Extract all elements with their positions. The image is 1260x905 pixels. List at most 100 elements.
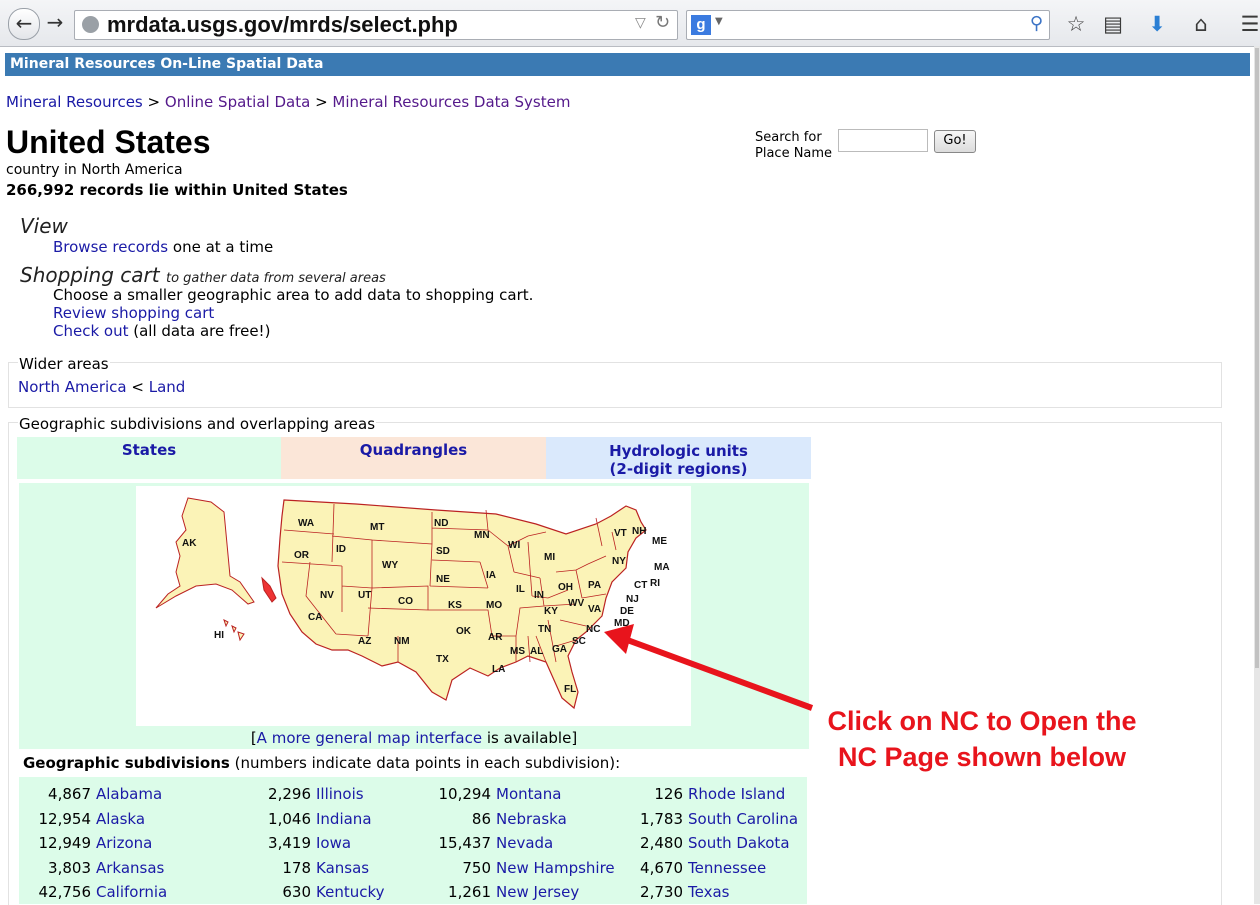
state-link[interactable]: Arizona (96, 834, 152, 852)
state-link[interactable]: California (96, 883, 167, 901)
url-text: mrdata.usgs.gov/mrds/select.php (107, 12, 458, 37)
address-bar[interactable]: mrdata.usgs.gov/mrds/select.php ▽ ↻ (74, 10, 678, 40)
table-row: 630 Kentucky (239, 883, 385, 902)
record-count-cell: 630 (282, 883, 311, 902)
breadcrumb-separator: > (147, 93, 161, 111)
tab-quadrangles[interactable]: Quadrangles (281, 437, 546, 479)
record-count-cell: 2,296 (268, 785, 311, 803)
back-arrow-icon[interactable]: ← (8, 8, 40, 40)
menu-icon[interactable]: ☰ (1236, 10, 1260, 38)
record-count-cell: 3,419 (268, 834, 311, 853)
reload-icon[interactable]: ↻ (655, 12, 670, 33)
svg-text:IA: IA (486, 570, 496, 581)
svg-text:AR: AR (488, 632, 503, 643)
breadcrumb-mineral-resources[interactable]: Mineral Resources (6, 93, 143, 111)
search-label-line1: Search for (755, 130, 822, 145)
google-icon[interactable]: g (691, 15, 711, 35)
state-link[interactable]: Alaska (96, 810, 145, 828)
tab-states[interactable]: States (17, 437, 281, 479)
table-row: 86 Nebraska (423, 810, 567, 828)
bookmark-star-icon[interactable]: ☆ (1062, 10, 1090, 38)
state-link[interactable]: Indiana (316, 810, 372, 828)
breadcrumb-mrds[interactable]: Mineral Resources Data System (332, 93, 570, 111)
state-link[interactable]: Kansas (316, 859, 369, 877)
forward-arrow-icon[interactable]: → (42, 8, 68, 38)
go-button[interactable]: Go! (934, 130, 976, 153)
tab-hydrologic-units[interactable]: Hydrologic units (2-digit regions) (546, 437, 811, 479)
browse-records-link[interactable]: Browse records (53, 238, 168, 256)
record-count: 266,992 records lie within United States (6, 181, 348, 199)
table-row: 1,783 South Carolina (619, 810, 798, 828)
browser-search-bar[interactable]: g ▼ ⚲ (686, 10, 1050, 40)
checkout-line: Check out (all data are free!) (53, 322, 270, 340)
checkout-link[interactable]: Check out (53, 322, 128, 340)
record-count-cell: 1,046 (268, 809, 311, 828)
record-count-cell: 12,949 (38, 834, 92, 853)
record-count-cell: 12,954 (38, 809, 92, 828)
browser-toolbar: ← → mrdata.usgs.gov/mrds/select.php ▽ ↻ … (0, 0, 1260, 47)
state-link[interactable]: Kentucky (316, 883, 385, 901)
place-search-label: Search for Place Name (755, 130, 832, 162)
state-link[interactable]: Alabama (96, 785, 162, 803)
svg-text:OH: OH (558, 582, 573, 593)
table-row: 1,046 Indiana (239, 809, 372, 828)
subdivision-table-title: Geographic subdivisions (numbers indicat… (23, 754, 620, 772)
state-link[interactable]: Texas (688, 883, 729, 901)
annotation-line1: Click on NC to Open the (827, 706, 1137, 736)
table-row: 2,480 South Dakota (619, 834, 790, 852)
state-link[interactable]: New Hampshire (496, 859, 615, 877)
svg-text:GA: GA (552, 644, 567, 655)
svg-text:NY: NY (612, 556, 626, 567)
state-link[interactable]: South Carolina (688, 810, 798, 828)
state-link[interactable]: Rhode Island (688, 785, 785, 803)
state-link[interactable]: Illinois (316, 785, 364, 803)
state-link[interactable]: South Dakota (688, 834, 790, 852)
arrow-head (604, 624, 634, 654)
svg-text:NM: NM (394, 636, 410, 647)
home-icon[interactable]: ⌂ (1187, 10, 1215, 38)
state-link[interactable]: Montana (496, 785, 561, 803)
tab-states-label: States (121, 441, 177, 459)
review-line: Review shopping cart (53, 304, 214, 322)
place-subtitle: country in North America (6, 162, 183, 178)
record-count-cell: 42,756 (38, 883, 92, 902)
page-title: United States (6, 124, 211, 160)
table-row: 2,730 Texas (619, 883, 729, 901)
checkout-rest-text: (all data are free!) (128, 322, 271, 340)
svg-text:ME: ME (652, 536, 667, 547)
table-row: 1,261 New Jersey (423, 883, 579, 901)
record-count-cell: 86 (471, 809, 491, 828)
scrollbar-thumb[interactable] (1255, 48, 1259, 668)
table-row: 126 Rhode Island (619, 785, 785, 803)
subdivision-table: 4,867 Alabama 12,954 Alaska 12,949 Arizona 3,8… (19, 777, 807, 904)
table-title-rest: (numbers indicate data points in each su… (229, 754, 621, 772)
svg-text:LA: LA (492, 664, 505, 675)
map-note-rest: is available] (482, 729, 578, 747)
place-name-input[interactable] (838, 129, 928, 152)
download-icon[interactable]: ⬇ (1143, 10, 1171, 38)
general-map-link[interactable]: A more general map interface (257, 729, 482, 747)
north-america-link[interactable]: North America (18, 378, 127, 396)
search-icon[interactable]: ⚲ (1030, 13, 1043, 34)
search-label-line2: Place Name (755, 146, 833, 161)
reading-list-icon[interactable]: ▤ (1099, 10, 1127, 38)
land-link[interactable]: Land (149, 378, 186, 396)
svg-text:KY: KY (544, 606, 558, 617)
state-link[interactable]: New Jersey (496, 883, 579, 901)
state-link[interactable]: Tennessee (688, 859, 766, 877)
review-cart-link[interactable]: Review shopping cart (53, 304, 214, 322)
record-count-cell: 126 (654, 785, 683, 803)
state-link[interactable]: Arkansas (96, 859, 164, 877)
annotation-arrow (604, 624, 814, 711)
svg-text:WV: WV (568, 598, 584, 609)
table-row: 2,296 Illinois (239, 785, 364, 803)
state-link[interactable]: Nevada (496, 834, 553, 852)
shopping-cart-heading: Shopping cart to gather data from severa… (20, 263, 386, 287)
dropdown-arrow-icon[interactable]: ▽ (635, 15, 646, 31)
state-link[interactable]: Nebraska (496, 810, 567, 828)
table-row: 10,294 Montana (423, 785, 562, 803)
state-link[interactable]: Iowa (316, 834, 351, 852)
breadcrumb-online-spatial-data[interactable]: Online Spatial Data (165, 93, 310, 111)
svg-text:CO: CO (398, 596, 413, 607)
search-engine-dropdown-icon[interactable]: ▼ (715, 16, 723, 27)
